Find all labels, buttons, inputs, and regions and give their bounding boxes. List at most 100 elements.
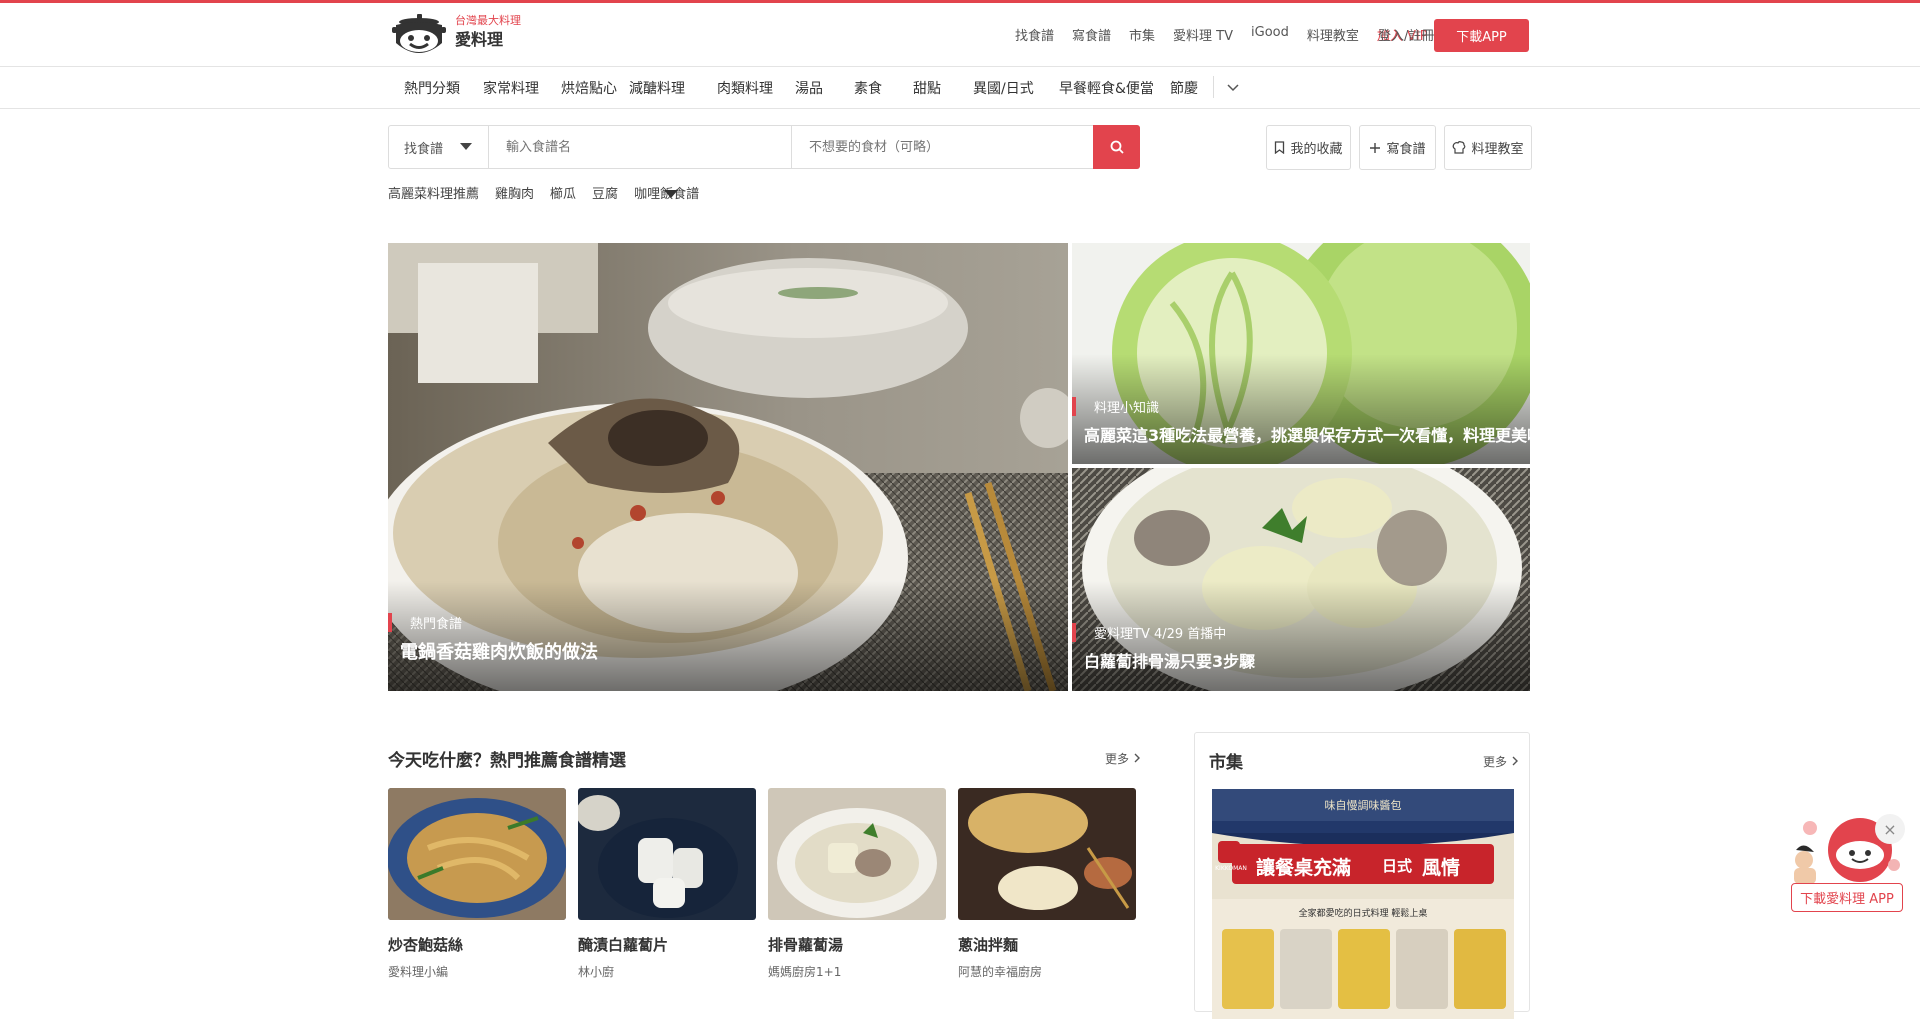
ad-title-2: 風情 [1422, 857, 1461, 879]
brand-name: 愛料理 [455, 30, 504, 49]
market-more-label: 更多 [1483, 755, 1508, 769]
caret-down-icon [460, 143, 472, 150]
recipe-card-image[interactable] [578, 788, 756, 920]
recipe-card[interactable]: 醃漬白蘿蔔片 林小廚 [578, 788, 756, 980]
market-more-link[interactable]: 更多 [1483, 753, 1519, 770]
close-icon[interactable]: × [1875, 814, 1905, 844]
category-item[interactable]: 熱門分類 [404, 78, 460, 98]
write-recipe-button[interactable]: 寫食譜 [1359, 125, 1436, 170]
download-app-button[interactable]: 下載APP [1434, 19, 1529, 52]
search-scope-label: 找食譜 [404, 142, 444, 157]
recipe-card[interactable]: 排骨蘿蔔湯 媽媽廚房1+1 [768, 788, 946, 980]
search-input[interactable] [490, 126, 792, 168]
hero-title: 電鍋香菇雞肉炊飯的做法 [400, 642, 598, 663]
category-nav: 熱門分類 家常料理 烘焙點心 減醣料理 肉類料理 湯品 素食 甜點 異國/日式 … [0, 67, 1920, 109]
hot-keyword[interactable]: 高麗菜料理推薦 [388, 183, 479, 202]
section-title: 今天吃什麼？熱門推薦食譜精選 [388, 751, 626, 771]
recipe-card-author: 愛料理小編 [388, 965, 449, 979]
market-title: 市集 [1209, 753, 1243, 773]
app-float-widget: × 下載愛料理 APP [1788, 810, 1905, 915]
ad-note: 全家都愛吃的日式料理 輕鬆上桌 [1298, 909, 1428, 919]
category-item[interactable]: 節慶 [1170, 78, 1198, 98]
plus-icon [1370, 142, 1381, 153]
top-nav-market[interactable]: 市集 [1129, 25, 1155, 44]
hero-caption: 熱門食譜 電鍋香菇雞肉炊飯的做法 [388, 613, 598, 664]
search-bar: 找食譜 [388, 125, 1140, 169]
hero-tag: 愛料理TV 4/29 首播中 [1072, 623, 1255, 642]
ad-banner-graphic [1212, 789, 1514, 1019]
hero-title: 白蘿蔔排骨湯只要3步驟 [1084, 652, 1256, 671]
login-link[interactable]: 登入/註冊 [1378, 25, 1434, 44]
recipe-card-name: 醃漬白蘿蔔片 [578, 936, 669, 954]
chevron-down-icon[interactable] [1226, 78, 1240, 98]
category-item[interactable]: 烘焙點心 [561, 78, 617, 98]
radish-slices-photo [578, 788, 756, 920]
top-nav-class[interactable]: 料理教室 [1307, 25, 1359, 44]
hero-title: 高麗菜這3種吃法最營養，挑選與保存方式一次看懂，料理更美味 [1084, 426, 1530, 445]
cooking-class-button[interactable]: 料理教室 [1444, 125, 1532, 170]
hero-soup[interactable]: 愛料理TV 4/29 首播中 白蘿蔔排骨湯只要3步驟 [1072, 468, 1530, 691]
recipe-card-name: 蔥油拌麵 [958, 936, 1019, 954]
ad-style: 日式 [1382, 857, 1413, 875]
ad-brand: KIKKOMAN [1215, 865, 1247, 872]
brand-block[interactable]: 台灣最大料理 愛料理 [455, 14, 521, 50]
top-nav-write-recipe[interactable]: 寫食譜 [1072, 25, 1111, 44]
category-item[interactable]: 異國/日式 [973, 78, 1034, 98]
hot-keywords: 高麗菜料理推薦 雞胸肉 櫛瓜 豆腐 咖哩飯食譜 [388, 183, 715, 202]
category-item[interactable]: 家常料理 [483, 78, 539, 98]
category-item[interactable]: 甜點 [913, 78, 941, 98]
recipe-card-name: 炒杏鮑菇絲 [388, 936, 464, 954]
recipe-card[interactable]: 炒杏鮑菇絲 愛料理小編 [388, 788, 566, 980]
top-nav-tv[interactable]: 愛料理 TV [1173, 25, 1233, 44]
my-favorites-button[interactable]: 我的收藏 [1266, 125, 1351, 170]
write-recipe-label: 寫食譜 [1386, 142, 1426, 157]
pot-logo-icon[interactable] [392, 13, 446, 59]
chef-hat-icon [1453, 141, 1466, 154]
exclude-ingredient-input[interactable] [793, 126, 1093, 168]
caret-down-icon[interactable] [664, 190, 678, 198]
recipe-card-name: 排骨蘿蔔湯 [768, 936, 844, 954]
my-favorites-label: 我的收藏 [1290, 142, 1343, 157]
hero-tag: 熱門食譜 [388, 613, 598, 632]
brand-tagline: 台灣最大料理 [455, 14, 521, 27]
recipe-card-image[interactable] [388, 788, 566, 920]
bookmark-icon [1275, 141, 1285, 154]
recipe-card-author: 林小廚 [578, 965, 615, 979]
category-item[interactable]: 減醣料理 [629, 78, 685, 98]
recipe-card[interactable]: 蔥油拌麵 阿慧的幸福廚房 [958, 788, 1136, 980]
recipe-card-author: 媽媽廚房1+1 [768, 965, 842, 979]
market-box: 市集 更多 味自慢調味醬包 KIKKOMAN 讓餐桌充滿 日式 風情 全家都愛吃… [1194, 732, 1530, 1019]
hot-keyword[interactable]: 櫛瓜 [550, 183, 576, 202]
search-button[interactable] [1093, 125, 1140, 169]
cooking-class-label: 料理教室 [1471, 142, 1524, 157]
hot-keyword[interactable]: 雞胸肉 [495, 183, 534, 202]
category-item[interactable]: 素食 [854, 78, 882, 98]
section-more-link[interactable]: 更多 [1105, 750, 1141, 767]
ad-top-text: 味自慢調味醬包 [1324, 799, 1402, 812]
hero-cabbage[interactable]: 料理小知識 高麗菜這3種吃法最營養，挑選與保存方式一次看懂，料理更美味 [1072, 243, 1530, 464]
site-header: 台灣最大料理 愛料理 找食譜 寫食譜 市集 愛料理 TV iGood 料理教室 … [0, 3, 1920, 67]
hot-keyword[interactable]: 豆腐 [592, 183, 618, 202]
download-app-float-button[interactable]: 下載愛料理 APP [1791, 883, 1903, 912]
ad-title: 讓餐桌充滿 [1256, 857, 1352, 879]
recipe-card-image[interactable] [768, 788, 946, 920]
category-item[interactable]: 肉類料理 [717, 78, 773, 98]
chevron-right-icon [1512, 756, 1518, 766]
pork-radish-soup-photo [768, 788, 946, 920]
category-item[interactable]: 湯品 [795, 78, 823, 98]
category-item[interactable]: 早餐輕食&便當 [1059, 78, 1154, 98]
noodle-set-photo [958, 788, 1136, 920]
market-ad-banner[interactable]: 味自慢調味醬包 KIKKOMAN 讓餐桌充滿 日式 風情 全家都愛吃的日式料理 … [1212, 789, 1514, 1019]
stir-fry-photo [388, 788, 566, 920]
chevron-right-icon [1134, 753, 1140, 763]
hero-caption: 愛料理TV 4/29 首播中 白蘿蔔排骨湯只要3步驟 [1072, 623, 1256, 672]
hero-main[interactable]: 熱門食譜 電鍋香菇雞肉炊飯的做法 [388, 243, 1068, 691]
search-scope-select[interactable]: 找食譜 [389, 126, 489, 168]
recipe-card-image[interactable] [958, 788, 1136, 920]
hero-tag: 料理小知識 [1072, 397, 1530, 416]
search-icon [1110, 140, 1124, 154]
top-nav-find-recipes[interactable]: 找食譜 [1015, 25, 1054, 44]
top-nav-igood[interactable]: iGood [1251, 25, 1289, 44]
section-more-label: 更多 [1105, 752, 1130, 766]
hero-caption: 料理小知識 高麗菜這3種吃法最營養，挑選與保存方式一次看懂，料理更美味 [1072, 397, 1530, 446]
